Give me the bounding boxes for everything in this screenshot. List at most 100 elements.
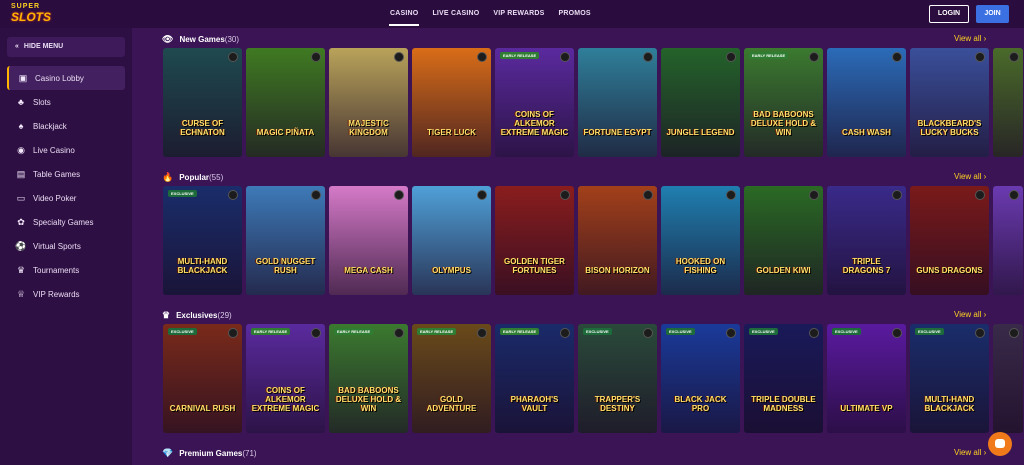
provider-icon — [892, 190, 902, 200]
game-row: EXCLUSIVE CARNIVAL RUSH EARLY RELEASE COINS… — [163, 324, 1024, 433]
sidebar: « HIDE MENU ▣ Casino Lobby ♣ Slots ♠ Blackjack… — [0, 28, 132, 465]
game-tile[interactable]: OLYMPUS — [412, 186, 491, 295]
sidebar-item-casino-lobby[interactable]: ▣ Casino Lobby — [7, 66, 125, 90]
game-title: CARNIVAL RUSH — [169, 404, 236, 413]
view-all-link[interactable]: View all › — [954, 448, 986, 457]
game-title: GOLDEN KIWI — [756, 266, 811, 275]
game-tile[interactable]: MAJESTIC KINGDOM — [329, 48, 408, 157]
game-tile[interactable]: EXCLUSIVE MULTI-HAND BLACKJACK — [163, 186, 242, 295]
section-count: (29) — [217, 311, 232, 320]
nav-live-casino[interactable]: LIVE CASINO — [425, 0, 486, 28]
provider-icon — [394, 190, 404, 200]
game-tile[interactable]: EXCLUSIVE TRIPLE DOUBLE MADNESS — [744, 324, 823, 433]
game-tile[interactable]: EARLY RELEASE COINS OF ALKEMOR EXTREME MA… — [246, 324, 325, 433]
section-title: 🔥 Popular (55) — [162, 172, 223, 183]
game-tile[interactable]: CURSE OF ECHNATON — [163, 48, 242, 157]
game-tile[interactable]: BLACKBEARD'S LUCKY BUCKS — [910, 48, 989, 157]
game-title: MAGIC PIÑATA — [256, 128, 315, 137]
sidebar-item-label: Live Casino — [33, 145, 75, 155]
game-title: TIGER LUCK — [427, 128, 476, 137]
game-tile[interactable]: GOLDEN KIWI — [744, 186, 823, 295]
game-badge: EXCLUSIVE — [168, 328, 197, 335]
section-title: 💎 Premium Games (71) — [162, 448, 257, 459]
specialty-games-icon: ✿ — [17, 216, 25, 227]
sidebar-item-vip-rewards[interactable]: ♕ VIP Rewards — [7, 282, 125, 306]
sidebar-item-live-casino[interactable]: ◉ Live Casino — [7, 138, 125, 162]
main-nav: CASINO LIVE CASINO VIP REWARDS PROMOS — [383, 0, 598, 28]
game-tile[interactable]: BISON HORIZON — [578, 186, 657, 295]
section-name: New Games — [179, 35, 225, 44]
nav-vip-rewards[interactable]: VIP REWARDS — [486, 0, 551, 28]
game-tile[interactable]: GOLD NUGGET RUSH — [246, 186, 325, 295]
sidebar-item-label: Specialty Games — [33, 217, 94, 227]
hide-menu-button[interactable]: « HIDE MENU — [7, 37, 125, 57]
game-tile[interactable]: EARLY RELEASE PHARAOH'S VAULT — [495, 324, 574, 433]
chat-support-button[interactable] — [988, 432, 1012, 456]
site-logo[interactable]: SUPER SLOTS — [11, 3, 51, 25]
provider-icon — [560, 328, 570, 338]
game-tile[interactable]: EXCLUSIVE ULTIMATE VP — [827, 324, 906, 433]
view-all-link[interactable]: View all › — [954, 310, 986, 319]
section-count: (55) — [209, 173, 224, 182]
game-badge: EARLY RELEASE — [251, 328, 291, 335]
game-tile[interactable]: EARLY RELEASE BAD BABOONS DELUXE HOLD & W… — [329, 324, 408, 433]
sidebar-item-video-poker[interactable]: ▭ Video Poker — [7, 186, 125, 210]
game-title: BISON HORIZON — [585, 266, 650, 275]
game-tile[interactable]: TIGER LUCK — [412, 48, 491, 157]
game-tile[interactable]: FORTUNE EGYPT — [578, 48, 657, 157]
nav-casino[interactable]: CASINO — [383, 0, 425, 28]
game-tile[interactable]: MEGA CASH — [329, 186, 408, 295]
game-tile[interactable]: EXCLUSIVE MULTI-HAND BLACKJACK — [910, 324, 989, 433]
game-title: OLYMPUS — [432, 266, 471, 275]
game-tile[interactable]: CASH WASH — [827, 48, 906, 157]
nav-promos[interactable]: PROMOS — [551, 0, 597, 28]
provider-icon — [1009, 190, 1019, 200]
table-games-icon: ▤ — [16, 168, 26, 179]
game-tile[interactable]: JUNGLE LEGEND — [661, 48, 740, 157]
login-button[interactable]: LOGIN — [929, 5, 969, 23]
provider-icon — [560, 52, 570, 62]
join-button[interactable]: JOIN — [976, 5, 1009, 23]
game-tile[interactable]: EARLY RELEASE GOLD ADVENTURE — [412, 324, 491, 433]
game-tile[interactable] — [993, 48, 1023, 157]
provider-icon — [809, 328, 819, 338]
game-badge: EARLY RELEASE — [417, 328, 457, 335]
view-all-link[interactable]: View all › — [954, 172, 986, 181]
game-title: ULTIMATE VP — [840, 404, 893, 413]
provider-icon — [311, 328, 321, 338]
game-tile[interactable]: HOOKED ON FISHING — [661, 186, 740, 295]
game-tile[interactable] — [993, 324, 1023, 433]
view-all-link[interactable]: View all › — [954, 34, 986, 43]
game-tile[interactable]: EARLY RELEASE COINS OF ALKEMOR EXTREME MA… — [495, 48, 574, 157]
game-tile[interactable]: MAGIC PIÑATA — [246, 48, 325, 157]
game-tile[interactable]: EXCLUSIVE CARNIVAL RUSH — [163, 324, 242, 433]
provider-icon — [726, 328, 736, 338]
game-title: CASH WASH — [842, 128, 891, 137]
sidebar-item-label: VIP Rewards — [33, 289, 80, 299]
sidebar-item-specialty-games[interactable]: ✿ Specialty Games — [7, 210, 125, 234]
game-tile[interactable]: EXCLUSIVE TRAPPER'S DESTINY — [578, 324, 657, 433]
sidebar-item-blackjack[interactable]: ♠ Blackjack — [7, 114, 125, 138]
slots-icon: ♣ — [18, 97, 24, 107]
game-row: EXCLUSIVE MULTI-HAND BLACKJACK GOLD NUGGET… — [163, 186, 1024, 295]
game-tile[interactable] — [993, 186, 1023, 295]
game-title: COINS OF ALKEMOR EXTREME MAGIC — [500, 110, 569, 137]
provider-icon — [311, 190, 321, 200]
main-content: 👁 New Games (30) View all › CURSE OF ECHNATO… — [132, 28, 1024, 465]
section-name: Premium Games — [179, 449, 243, 458]
game-tile[interactable]: GOLDEN TIGER FORTUNES — [495, 186, 574, 295]
game-tile[interactable]: EARLY RELEASE BAD BABOONS DELUXE HOLD & W… — [744, 48, 823, 157]
game-row: CURSE OF ECHNATON MAGIC PIÑATA MAJESTIC KI… — [163, 48, 1024, 157]
sidebar-item-slots[interactable]: ♣ Slots — [7, 90, 125, 114]
new-games-icon: 👁 — [162, 34, 174, 44]
sidebar-item-virtual-sports[interactable]: ⚽ Virtual Sports — [7, 234, 125, 258]
game-tile[interactable]: EXCLUSIVE BLACK JACK PRO — [661, 324, 740, 433]
sidebar-item-tournaments[interactable]: ♛ Tournaments — [7, 258, 125, 282]
provider-icon — [560, 190, 570, 200]
game-badge: EARLY RELEASE — [500, 52, 540, 59]
provider-icon — [311, 52, 321, 62]
sidebar-item-table-games[interactable]: ▤ Table Games — [7, 162, 125, 186]
hide-menu-label: HIDE MENU — [23, 43, 64, 50]
game-tile[interactable]: TRIPLE DRAGONS 7 — [827, 186, 906, 295]
game-tile[interactable]: GUNS DRAGONS — [910, 186, 989, 295]
